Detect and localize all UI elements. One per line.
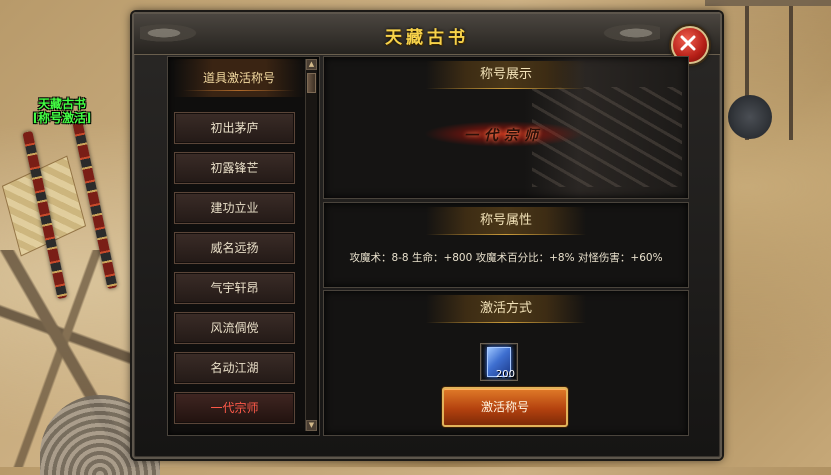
- title-item-5[interactable]: 气宇轩昂: [174, 272, 295, 304]
- attributes-text: 攻魔术：8-8 生命：+800 攻魔术百分比：+8% 对怪伤害：+60%: [349, 252, 663, 264]
- title-list-header: 道具激活称号: [173, 59, 305, 97]
- window-title-bar[interactable]: 天藏古书: [134, 14, 720, 55]
- attributes-header: 称号属性: [426, 207, 586, 235]
- npc-name-label[interactable]: 天藏古书 [称号激活]: [12, 97, 112, 125]
- activation-header: 激活方式: [426, 295, 586, 323]
- title-display-section: 称号展示 一代宗师: [323, 56, 689, 199]
- npc-name-line2: [称号激活]: [32, 111, 92, 125]
- title-item-6[interactable]: 风流倜傥: [174, 312, 295, 344]
- arrow-up-icon: ▲: [308, 60, 315, 68]
- close-x-icon: [680, 35, 696, 51]
- title-emblem: 一代宗师: [424, 121, 584, 147]
- title-list-panel: 道具激活称号 初出茅庐 初露锋芒 建功立业 威名远扬 气宇轩昂 风流倜傥 名动江…: [167, 56, 320, 436]
- title-attributes-section: 称号属性 攻魔术：8-8 生命：+800 攻魔术百分比：+8% 对怪伤害：+60…: [323, 202, 689, 288]
- scroll-thumb[interactable]: [307, 73, 316, 93]
- title-book-window: 天藏古书 道具激活称号 初出茅庐 初露锋芒 建功立业 威名远扬 气宇轩昂 风流倜…: [132, 12, 722, 459]
- title-emblem-text: 一代宗师: [464, 128, 544, 144]
- title-item-1[interactable]: 初出茅庐: [174, 112, 295, 144]
- npc-name-line1: 天藏古书: [37, 97, 86, 111]
- activate-title-button[interactable]: 激活称号: [442, 387, 568, 427]
- title-item-8-selected[interactable]: 一代宗师: [174, 392, 295, 424]
- title-item-2[interactable]: 初露锋芒: [174, 152, 295, 184]
- title-item-7[interactable]: 名动江湖: [174, 352, 295, 384]
- window-title: 天藏古书: [385, 28, 469, 48]
- required-item-slot[interactable]: 200: [480, 343, 518, 381]
- activation-section: 激活方式 200 激活称号: [323, 290, 689, 436]
- item-count: 200: [495, 369, 515, 380]
- title-item-3[interactable]: 建功立业: [174, 192, 295, 224]
- scroll-down-button[interactable]: ▼: [306, 420, 317, 431]
- display-header: 称号展示: [426, 61, 586, 89]
- title-list-scrollbar[interactable]: ▲ ▼: [305, 59, 317, 431]
- scroll-up-button[interactable]: ▲: [306, 59, 317, 70]
- arrow-down-icon: ▼: [308, 421, 315, 429]
- barrel: [728, 95, 772, 139]
- title-item-4[interactable]: 威名远扬: [174, 232, 295, 264]
